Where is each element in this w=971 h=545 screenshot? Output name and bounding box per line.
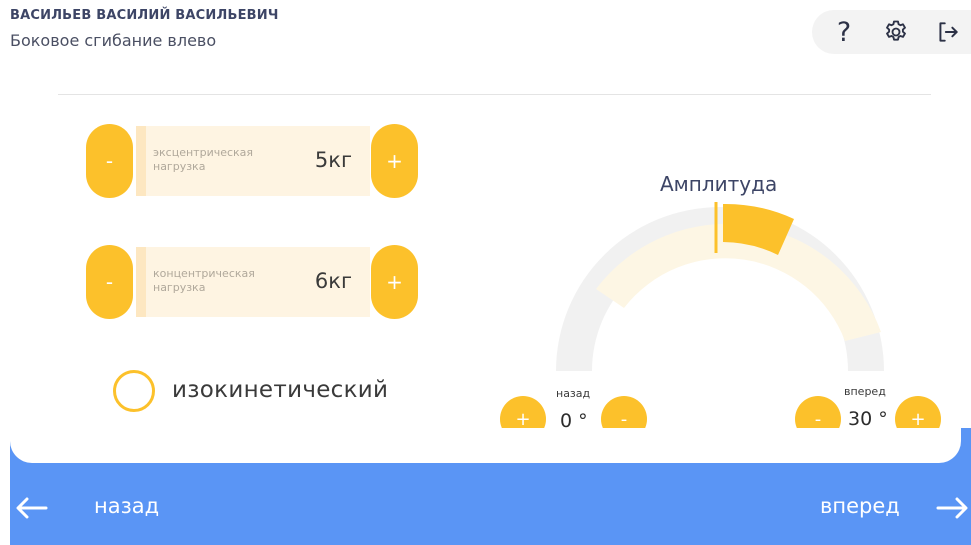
amplitude-gauge — [556, 202, 884, 371]
panel-stripe — [136, 247, 146, 317]
forward-amplitude-caption: вперед — [844, 385, 886, 398]
logout-icon — [939, 22, 958, 42]
content-card-bottom — [10, 428, 961, 463]
help-icon: ? — [836, 16, 852, 48]
bottom-navigation-bar — [10, 428, 971, 545]
logout-button[interactable] — [928, 10, 968, 54]
concentric-load-panel: концентрическая нагрузка 6кг — [136, 247, 370, 317]
concentric-increase-button[interactable]: + — [371, 245, 418, 319]
eccentric-decrease-button[interactable]: - — [86, 124, 133, 198]
settings-gear-icon — [886, 20, 906, 41]
concentric-load-value: 6кг — [314, 269, 352, 293]
back-button[interactable]: назад — [94, 494, 159, 518]
app-screen: ВАСИЛЬЕВ ВАСИЛИЙ ВАСИЛЬЕВИЧ Боковое сгиб… — [0, 0, 971, 545]
eccentric-increase-button[interactable]: + — [371, 124, 418, 198]
exercise-title: Боковое сгибание влево — [10, 31, 217, 50]
back-amplitude-caption: назад — [556, 387, 591, 400]
panel-stripe — [136, 126, 146, 196]
header-divider — [58, 94, 931, 95]
settings-button[interactable] — [876, 10, 916, 54]
forward-button[interactable]: вперед — [820, 494, 900, 518]
patient-name: ВАСИЛЬЕВ ВАСИЛИЙ ВАСИЛЬЕВИЧ — [10, 8, 279, 23]
concentric-load-control: - концентрическая нагрузка 6кг + — [86, 245, 420, 319]
concentric-decrease-button[interactable]: - — [86, 245, 133, 319]
top-toolbar: ? — [812, 10, 971, 54]
eccentric-load-control: - эксцентрическая нагрузка 5кг + — [86, 124, 420, 198]
eccentric-load-label: эксцентрическая нагрузка — [153, 146, 254, 173]
back-arrow-icon[interactable] — [14, 490, 50, 526]
isokinetic-label: изокинетический — [172, 377, 389, 403]
isokinetic-radio[interactable] — [113, 370, 155, 412]
forward-amplitude-value: 30 ° — [848, 408, 888, 430]
eccentric-load-value: 5кг — [314, 148, 352, 172]
concentric-load-label: концентрическая нагрузка — [153, 267, 255, 294]
forward-arrow-icon[interactable] — [934, 490, 970, 526]
help-button[interactable]: ? — [824, 10, 864, 54]
eccentric-load-panel: эксцентрическая нагрузка 5кг — [136, 126, 370, 196]
amplitude-title: Амплитуда — [660, 172, 778, 196]
